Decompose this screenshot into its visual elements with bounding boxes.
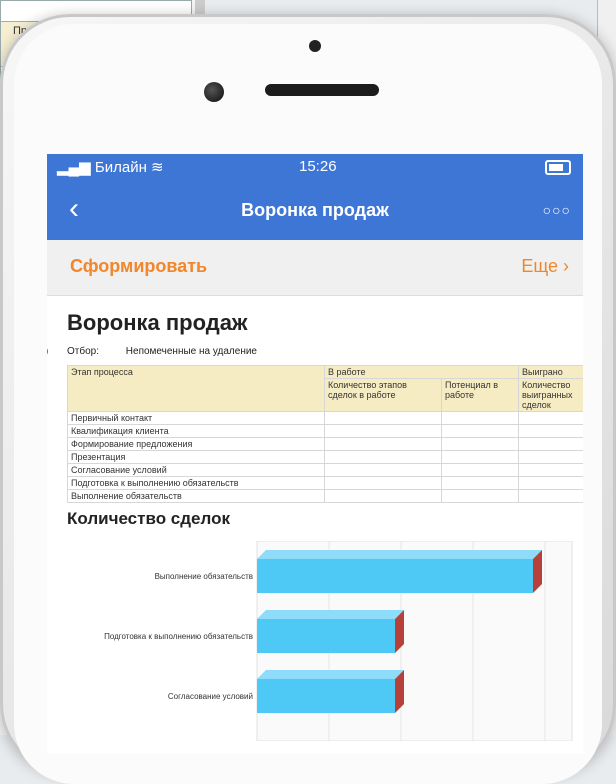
table-row: Первичный контакт [67,411,583,425]
bar [257,679,395,713]
chart-title: Количество сделок [67,509,230,528]
nav-title: Воронка продаж [241,200,389,220]
filter-label: Отбор: [67,346,99,357]
stage-cell: Подготовка к выполнению обязательств [67,476,325,490]
report-body: − Воронка продаж Отбор: Непомеченные на … [47,310,583,741]
status-bar: ▂▄▆ Билайн ≋ 15:26 [47,154,583,180]
table-row: Согласование условий [67,463,583,477]
stage-cell: Квалификация клиента [67,424,325,438]
value-cell [324,489,442,503]
value-cell [324,437,442,451]
battery-icon [545,160,571,175]
value-cell [518,463,583,477]
value-cell [518,411,583,425]
header-count: Количество этапов сделок в работе [324,378,442,412]
deals-chart-svg: Выполнение обязательств Подготовка к выпо… [104,541,573,741]
phone-screen: ▂▄▆ Билайн ≋ 15:26 ‹ Воронка продаж ○○○ … [47,154,583,754]
value-cell [324,463,442,477]
category-label: Выполнение обязательств [155,572,253,581]
bar-top-face [257,610,404,619]
value-cell [441,489,519,503]
table-row: Презентация [67,450,583,464]
header-won: Выиграно [518,365,583,379]
bar [257,559,533,593]
deals-chart: Выполнение обязательств Подготовка к выпо… [67,541,583,741]
header-in-work: В работе [324,365,519,379]
signal-icon: ▂▄▆ [57,159,91,176]
carrier-name: Билайн [94,159,147,176]
value-cell [518,450,583,464]
value-cell [324,476,442,490]
generate-button[interactable]: Сформировать [70,256,207,277]
report-title: Воронка продаж [67,310,248,335]
report-filter: Отбор: Непомеченные на удаление [67,346,583,357]
category-label: Согласование условий [168,692,253,701]
value-cell [518,476,583,490]
table-row: Формирование предложения [67,437,583,451]
bar-top-face [257,670,404,679]
stage-cell: Формирование предложения [67,437,325,451]
wifi-icon: ≋ [151,159,164,176]
collapse-group-icon[interactable]: − [47,346,48,357]
clock: 15:26 [299,158,337,175]
table-row: Подготовка к выполнению обязательств [67,476,583,490]
category-label: Подготовка к выполнению обязательств [104,632,253,641]
value-cell [441,437,519,451]
header-won-count: Количество выигранных сделок [518,378,583,412]
more-options-icon[interactable]: ○○○ [543,202,571,218]
stage-cell: Выполнение обязательств [67,489,325,503]
value-cell [441,424,519,438]
funnel-table: Этап процесса В работе Выиграно Количест… [67,365,583,503]
value-cell [441,411,519,425]
value-cell [441,463,519,477]
stage-cell: Первичный контакт [67,411,325,425]
value-cell [518,489,583,503]
more-button-label: Еще [521,256,558,276]
value-cell [441,476,519,490]
value-cell [324,450,442,464]
front-camera [204,82,224,102]
table-row: Выполнение обязательств [67,489,583,503]
earpiece-speaker [265,84,379,96]
value-cell [518,424,583,438]
bar-top-face [257,550,542,559]
header-potential: Потенциал в работе [441,378,519,412]
value-cell [324,424,442,438]
bar [257,619,395,653]
navigation-bar: ‹ Воронка продаж ○○○ [47,180,583,240]
top-sensor [309,40,321,52]
chevron-right-icon: › [563,256,569,276]
value-cell [441,450,519,464]
value-cell [324,411,442,425]
more-button[interactable]: Еще › [521,256,569,277]
report-toolbar: Сформировать Еще › [47,240,583,296]
table-row: Квалификация клиента [67,424,583,438]
stage-cell: Согласование условий [67,463,325,477]
header-stage: Этап процесса [67,365,325,412]
value-cell [518,437,583,451]
stage-cell: Презентация [67,450,325,464]
carrier-label: ▂▄▆ Билайн ≋ [57,158,164,176]
filter-value: Непомеченные на удаление [125,346,257,357]
